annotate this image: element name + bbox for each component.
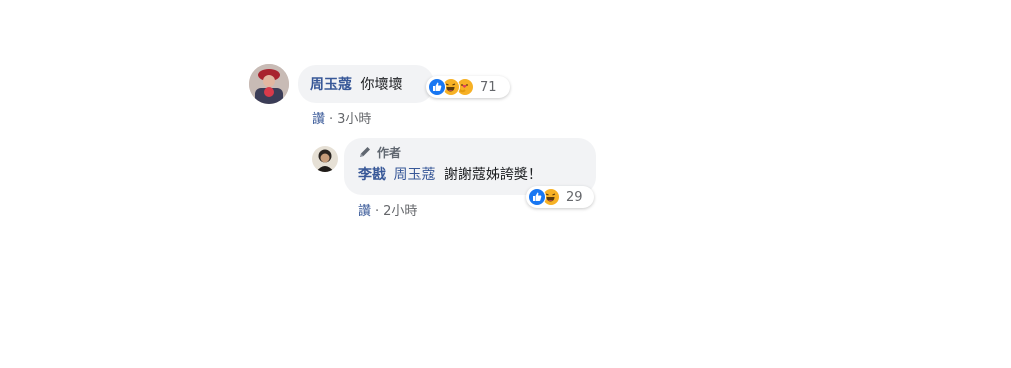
comment-timestamp[interactable]: 3小時 xyxy=(337,112,371,127)
reply-text: 謝謝蔻姊誇獎！ xyxy=(443,167,542,183)
reply-author-name[interactable]: 李戡 xyxy=(358,167,386,183)
comment-reaction-count: 71 xyxy=(480,79,497,95)
reply-actions: 讚 · 2小時 xyxy=(358,200,417,219)
comment-reactions[interactable]: 71 xyxy=(426,76,510,98)
comment-author-name[interactable]: 周玉蔻 xyxy=(310,77,352,93)
reply-author-avatar[interactable] xyxy=(312,146,338,172)
reply-reactions[interactable]: 29 xyxy=(526,186,594,208)
comments-panel: 周玉蔻 你壞壞 71 讚 · 3小時 作者 李戡 周玉蔻 謝謝蔻姊誇獎！ 29 … xyxy=(0,0,1011,368)
comment-bubble: 周玉蔻 你壞壞 xyxy=(298,65,434,103)
like-reaction-icon xyxy=(428,78,446,96)
commenter-avatar[interactable] xyxy=(249,64,289,104)
author-badge-label: 作者 xyxy=(377,145,402,160)
comment-like-link[interactable]: 讚 xyxy=(312,112,325,127)
separator-dot: · xyxy=(329,112,334,127)
comment-text: 你壞壞 xyxy=(360,77,403,93)
reply-reaction-count: 29 xyxy=(566,189,583,205)
author-badge: 作者 xyxy=(358,144,582,160)
reply-content: 李戡 周玉蔻 謝謝蔻姊誇獎！ xyxy=(358,164,582,184)
reply-mention[interactable]: 周玉蔻 xyxy=(393,167,435,183)
separator-dot: · xyxy=(375,204,380,219)
avatar-photo xyxy=(312,146,338,172)
reply-like-link[interactable]: 讚 xyxy=(358,204,371,219)
pencil-icon xyxy=(358,145,372,159)
reply-timestamp[interactable]: 2小時 xyxy=(383,204,417,219)
like-reaction-icon xyxy=(528,188,546,206)
avatar-photo xyxy=(249,64,289,104)
comment-actions: 讚 · 3小時 xyxy=(312,108,371,127)
